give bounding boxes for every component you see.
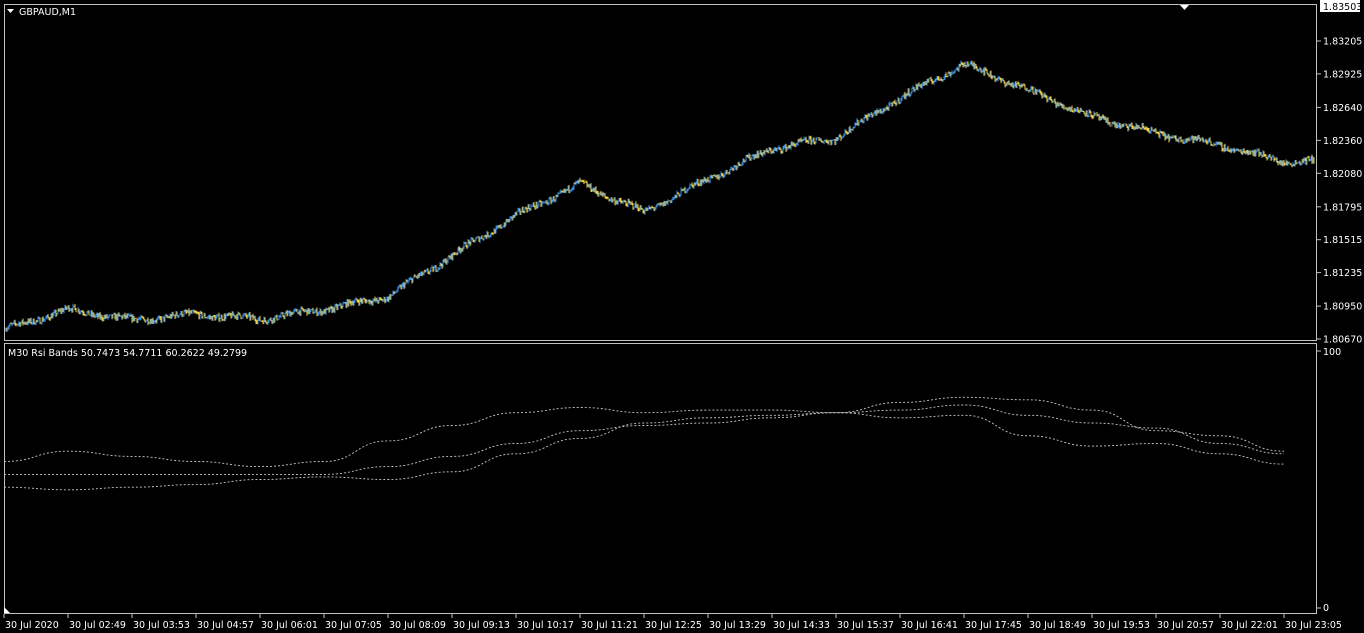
time-axis-label: 30 Jul 15:37	[837, 620, 894, 631]
price-axis-label: 1.81235	[1323, 268, 1362, 279]
time-axis-label: 30 Jul 19:53	[1093, 620, 1150, 631]
rsi-band-line-2	[4, 404, 1285, 475]
price-axis-label: 1.80950	[1323, 302, 1362, 313]
chart-window: GBPAUD,M1 1.832051.829251.826401.823601.…	[3, 0, 1362, 631]
main-chart-frame	[4, 4, 1317, 341]
price-axis-label: 1.82360	[1323, 136, 1362, 147]
time-axis-label: 30 Jul 06:01	[261, 620, 318, 631]
indicator-axis-bottom: 0	[1323, 603, 1329, 614]
current-price-label: 1.83503	[1323, 2, 1362, 13]
time-axis-label: 30 Jul 16:41	[901, 620, 958, 631]
time-axis-label: 30 Jul 17:45	[965, 620, 1022, 631]
triangle-down-icon[interactable]	[7, 9, 14, 13]
indicator-label: M30 Rsi Bands 50.7473 54.7711 60.2622 49…	[8, 348, 247, 359]
time-axis-label: 30 Jul 2020	[5, 620, 59, 631]
price-axis-label: 1.82080	[1323, 169, 1362, 180]
price-axis-label: 1.81515	[1323, 235, 1362, 246]
time-axis-label: 30 Jul 03:53	[133, 620, 190, 631]
price-axis-label: 1.82640	[1323, 103, 1362, 114]
time-axis-label: 30 Jul 13:29	[709, 620, 766, 631]
rsi-band-line-1	[3, 396, 1285, 468]
rsi-band-line-3	[3, 412, 1285, 491]
symbol-title: GBPAUD,M1	[19, 7, 76, 18]
price-axis: 1.83205 1.82925 1.82640 1.82360 1.82080 1.817…	[1317, 37, 1362, 346]
time-axis-label: 30 Jul 23:05	[1285, 620, 1342, 631]
candles-series	[5, 60, 1315, 332]
scroll-left-marker-icon[interactable]	[4, 607, 10, 613]
price-axis-label: 1.80670	[1323, 335, 1362, 346]
chart-shift-marker-icon[interactable]	[1180, 5, 1189, 10]
time-axis-label: 30 Jul 22:01	[1221, 620, 1278, 631]
time-axis-label: 30 Jul 02:49	[69, 620, 126, 631]
time-axis-label: 30 Jul 08:09	[389, 620, 446, 631]
indicator-axis-top: 100	[1323, 347, 1341, 358]
time-axis-label: 30 Jul 18:49	[1029, 620, 1086, 631]
price-axis-label: 1.81795	[1323, 202, 1362, 213]
time-axis-label: 30 Jul 11:21	[581, 620, 638, 631]
time-axis-label: 30 Jul 10:17	[517, 620, 574, 631]
time-axis-label: 30 Jul 12:25	[645, 620, 702, 631]
price-axis-label: 1.83205	[1323, 37, 1362, 48]
indicator-frame	[4, 343, 1317, 614]
rsi-bands-series	[3, 396, 1285, 491]
price-axis-label: 1.82925	[1323, 69, 1362, 80]
time-axis-label: 30 Jul 09:13	[453, 620, 510, 631]
time-axis-label: 30 Jul 20:57	[1157, 620, 1214, 631]
time-axis-label: 30 Jul 14:33	[773, 620, 830, 631]
time-axis-label: 30 Jul 07:05	[325, 620, 382, 631]
time-axis: 30 Jul 2020 30 Jul 02:49 30 Jul 03:53 30 Ju…	[3, 614, 1342, 631]
time-axis-label: 30 Jul 04:57	[197, 620, 254, 631]
